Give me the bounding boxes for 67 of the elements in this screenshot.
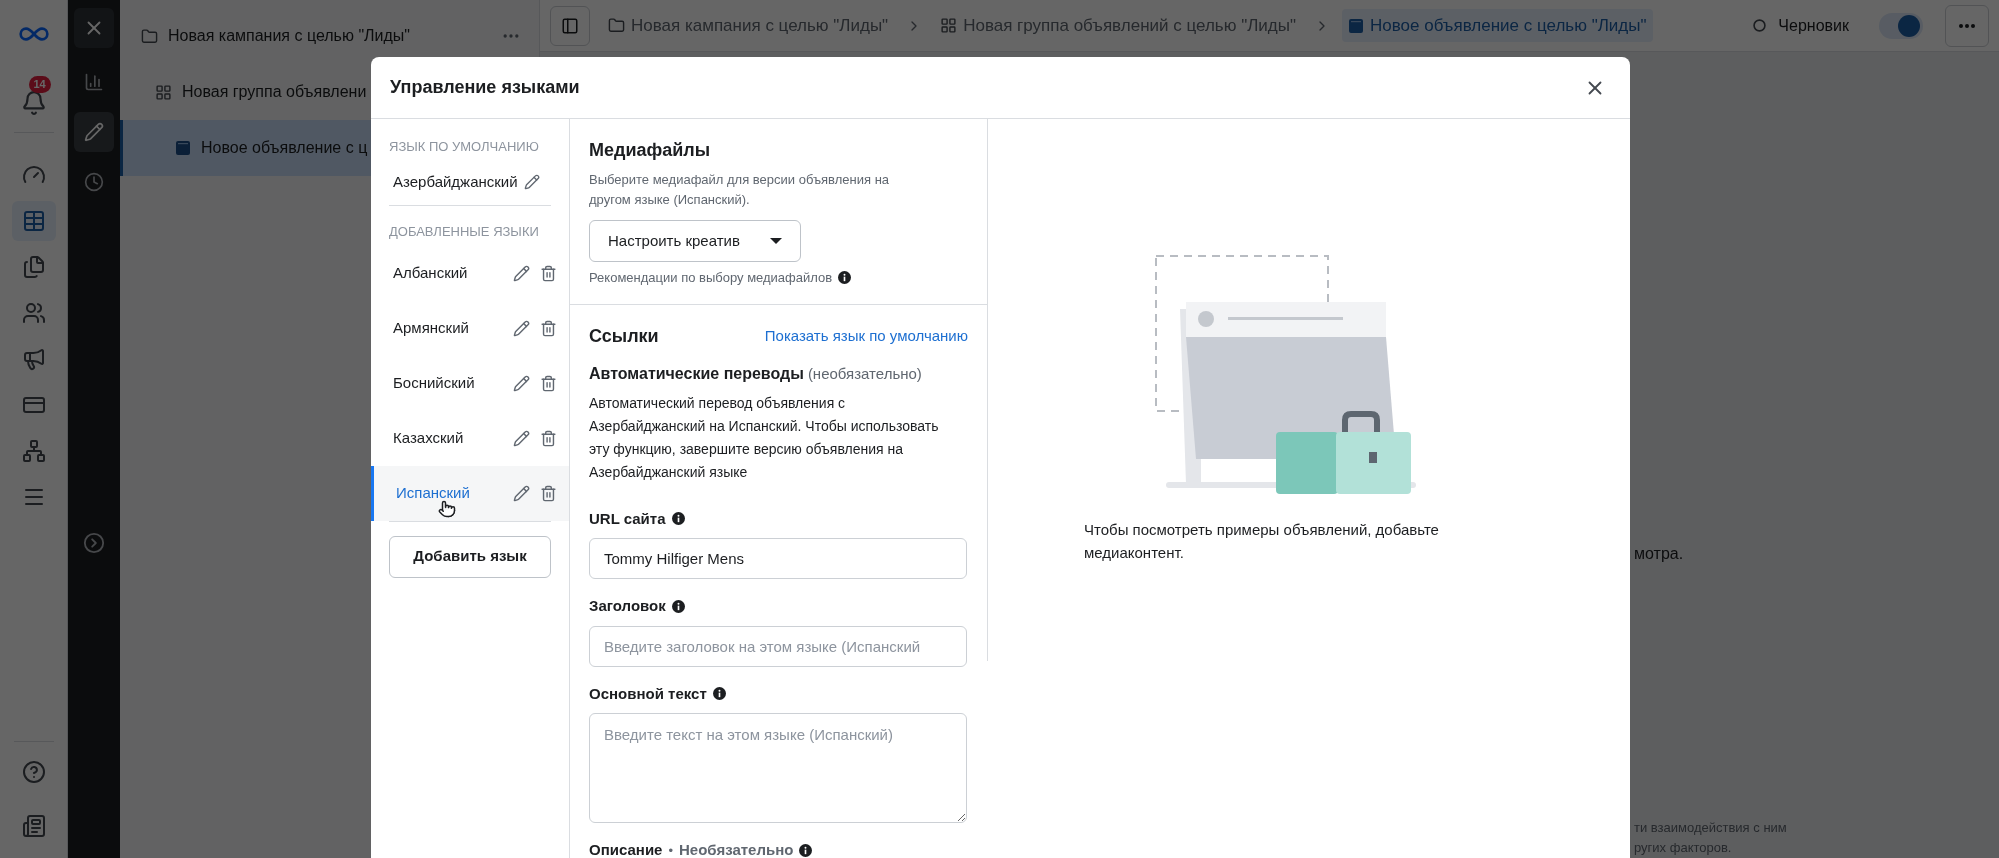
text-field[interactable]: Введите заголовок на этом языке (Испанский	[589, 625, 967, 667]
info-icon	[671, 599, 685, 613]
more-icon	[1959, 23, 1975, 28]
info-icon	[671, 512, 685, 526]
ad-icon	[175, 140, 191, 156]
section-title: Медиафайлы	[589, 139, 712, 162]
info-icon	[838, 271, 852, 285]
grid-icon	[940, 17, 958, 34]
toggle-switch[interactable]	[1879, 12, 1923, 39]
info-icon	[712, 687, 726, 701]
pencil-icon[interactable]	[74, 112, 114, 152]
pencil-icon[interactable]	[513, 484, 530, 502]
text-field[interactable]: Tommy Hilfiger Mens	[589, 538, 967, 579]
pencil-icon[interactable]	[523, 173, 540, 190]
show-default-language-link[interactable]: Показать язык по умолчанию	[764, 324, 968, 348]
sidebar-icon	[561, 16, 579, 35]
dropdown-triangle-icon	[770, 238, 782, 244]
dialog-title: Управление языками	[390, 76, 580, 99]
hint-text: Рекомендации по выбору медиафайлов	[589, 269, 833, 287]
section-label: ДОБАВЛЕННЫЕ ЯЗЫКИ	[388, 223, 540, 241]
pencil-icon[interactable]	[513, 264, 530, 282]
field-label: Описание	[589, 840, 663, 858]
field-label: Основной текст	[589, 683, 707, 704]
background-text: мотра.	[1634, 544, 1685, 564]
trash-icon[interactable]	[540, 429, 557, 447]
table-icon[interactable]	[11, 201, 56, 241]
language-row[interactable]: Боснийский	[371, 355, 569, 411]
breadcrumb-link[interactable]: Новая группа объявлений с целью "Лиды"	[934, 8, 1302, 43]
hand-cursor-icon	[438, 500, 456, 518]
bell-icon[interactable]	[20, 90, 47, 116]
trash-icon[interactable]	[540, 264, 557, 282]
optional-text: Необязательно	[679, 840, 794, 858]
status-label: Черновик	[1778, 15, 1849, 36]
preview-message: Чтобы посмотреть примеры объявлений, добавьте медиаконтент.	[1084, 520, 1440, 563]
breadcrumb-link[interactable]: Новая кампания с целью "Лиды"	[602, 8, 895, 43]
pencil-icon[interactable]	[513, 374, 530, 392]
language-row[interactable]: Армянский	[371, 300, 569, 356]
folder-icon	[141, 27, 158, 45]
trash-icon[interactable]	[540, 484, 557, 502]
creative-dropdown[interactable]: Настроить креатив	[589, 220, 801, 262]
language-row[interactable]: Испанский	[371, 465, 569, 521]
text-area[interactable]: Введите текст на этом языке (Испанский)	[589, 713, 967, 823]
section-title: Ссылки	[589, 324, 659, 348]
trash-icon[interactable]	[540, 374, 557, 392]
folder-icon	[608, 17, 625, 34]
optional-text: (необязательно)	[807, 363, 922, 384]
language-row[interactable]: Албанский	[371, 245, 569, 301]
field-label: Заголовок	[589, 596, 666, 616]
separator-dot: •	[668, 841, 673, 858]
status-circle-icon	[1753, 19, 1767, 32]
trash-icon[interactable]	[540, 319, 557, 337]
tree-item[interactable]: Новая кампания с целью "Лиды"	[120, 8, 539, 64]
auto-translation-title: Автоматические переводы	[589, 363, 804, 384]
auto-translation-description: Автоматический перевод объявления с Азербайджанский на Испанский. Чтобы использовать эту функцию, завершите версию объявления на Азербайджанский языке	[589, 393, 940, 482]
section-label: ЯЗЫК ПО УМОЛЧАНИЮ	[388, 138, 540, 156]
field-label: URL сайта	[589, 508, 666, 529]
section-description: Выберите медиафайл для версии объявления на другом языке (Испанский).	[589, 171, 891, 209]
ad-icon	[1348, 17, 1364, 34]
pencil-icon[interactable]	[513, 319, 530, 337]
notification-badge: 14	[28, 76, 51, 93]
expand-icon[interactable]	[83, 532, 105, 554]
add-language-button[interactable]: Добавить язык	[389, 535, 551, 578]
language-row[interactable]: Казахский	[371, 410, 569, 466]
more-button[interactable]	[1945, 4, 1989, 47]
sidebar-toggle-button[interactable]	[550, 5, 590, 46]
grid-icon	[155, 83, 172, 101]
pencil-icon[interactable]	[513, 429, 530, 447]
